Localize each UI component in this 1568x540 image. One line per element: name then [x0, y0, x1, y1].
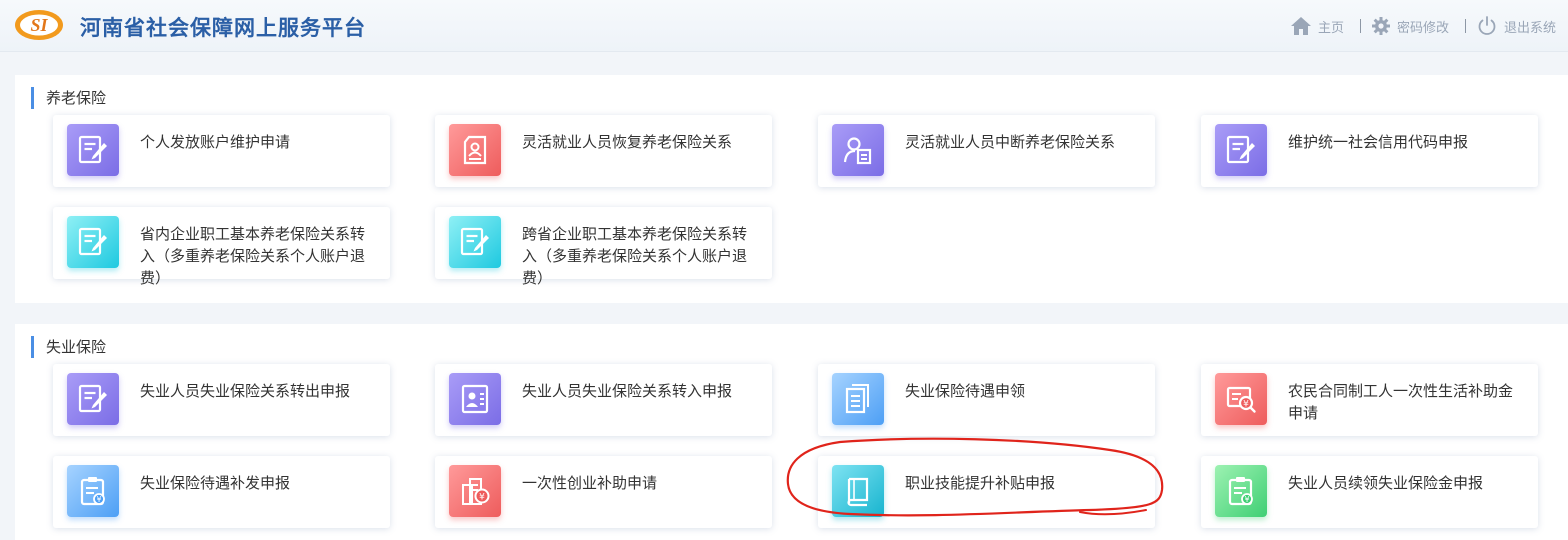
card-label: 维护统一社会信用代码申报: [1288, 133, 1469, 151]
section-title: 养老保险: [31, 87, 106, 109]
svg-text:¥: ¥: [479, 493, 485, 503]
page-title: 河南省社会保障网上服务平台: [80, 16, 366, 40]
service-card[interactable]: ¥ 失业保险待遇补发申报: [53, 456, 390, 528]
service-card[interactable]: ¥ 农民合同制工人一次性生活补助金申请: [1201, 364, 1538, 436]
form-pen-icon: [67, 373, 119, 425]
top-header: SI 河南省社会保障网上服务平台 主页 密码修改 退出系统: [0, 0, 1568, 52]
service-card[interactable]: ¥ 失业人员续领失业保险金申报: [1201, 456, 1538, 528]
clipboard-money-icon: ¥: [67, 465, 119, 517]
service-card[interactable]: 跨省企业职工基本养老保险关系转入（多重养老保险关系个人账户退费）: [435, 207, 772, 287]
svg-text:¥: ¥: [96, 495, 101, 504]
service-card[interactable]: 灵活就业人员中断养老保险关系: [818, 115, 1155, 187]
person-document-icon: [832, 124, 884, 176]
form-pen-icon: [67, 124, 119, 176]
gear-icon: [1371, 17, 1390, 35]
service-card[interactable]: 个人发放账户维护申请: [53, 115, 390, 187]
card-label: 灵活就业人员恢复养老保险关系: [522, 133, 733, 151]
svg-text:¥: ¥: [1244, 495, 1249, 504]
home-link[interactable]: 主页: [1290, 16, 1344, 36]
logout-label: 退出系统: [1503, 20, 1556, 36]
home-label: 主页: [1317, 20, 1344, 36]
service-card[interactable]: 失业人员失业保险关系转入申报: [435, 364, 772, 436]
book-icon: [832, 465, 884, 517]
si-logo: SI: [15, 10, 63, 40]
card-label: 个人发放账户维护申请: [140, 133, 291, 151]
card-label: 省内企业职工基本养老保险关系转入（多重养老保险关系个人账户退费）: [140, 225, 366, 287]
card-label: 灵活就业人员中断养老保险关系: [905, 133, 1116, 151]
service-card[interactable]: 失业人员失业保险关系转出申报: [53, 364, 390, 436]
change-password-label: 密码修改: [1396, 20, 1449, 36]
card-label: 农民合同制工人一次性生活补助金申请: [1288, 382, 1514, 422]
power-icon: [1478, 16, 1496, 35]
logout-link[interactable]: 退出系统: [1476, 15, 1556, 37]
form-pen-icon: [449, 216, 501, 268]
service-card[interactable]: 失业保险待遇申领: [818, 364, 1155, 436]
card-label: 失业人员续领失业保险金申报: [1288, 474, 1484, 492]
home-icon: [1290, 17, 1311, 35]
form-pen-icon: [1215, 124, 1267, 176]
change-password-link[interactable]: 密码修改: [1371, 16, 1449, 36]
card-label: 一次性创业补助申请: [522, 474, 658, 492]
card-label: 失业人员失业保险关系转出申报: [140, 382, 351, 400]
section-unemployment-insurance: 失业保险 失业人员失业保险关系转出申报 失业人员失业保险关系转入申报 失业保险待…: [15, 324, 1568, 540]
service-card[interactable]: ¥ 一次性创业补助申请: [435, 456, 772, 528]
clipboard-money-icon: ¥: [1215, 465, 1267, 517]
card-label: 失业保险待遇申领: [905, 382, 1026, 400]
building-money-icon: ¥: [449, 465, 501, 517]
svg-text:¥: ¥: [1243, 400, 1249, 410]
service-card[interactable]: 灵活就业人员恢复养老保险关系: [435, 115, 772, 187]
form-pen-icon: [67, 216, 119, 268]
card-label: 失业保险待遇补发申报: [140, 474, 291, 492]
top-nav: 主页 密码修改 退出系统: [1290, 12, 1556, 40]
card-label: 职业技能提升补贴申报: [905, 474, 1056, 492]
section-title: 失业保险: [31, 336, 106, 358]
id-document-icon: [449, 124, 501, 176]
section-pension-insurance: 养老保险 个人发放账户维护申请 灵活就业人员恢复养老保险关系 灵活就业人员中断养…: [15, 75, 1568, 303]
card-label: 失业人员失业保险关系转入申报: [522, 382, 733, 400]
service-card[interactable]: 维护统一社会信用代码申报: [1201, 115, 1538, 187]
logo-text: SI: [30, 15, 48, 35]
money-search-icon: ¥: [1215, 373, 1267, 425]
nav-divider: [1359, 19, 1361, 33]
service-card[interactable]: 省内企业职工基本养老保险关系转入（多重养老保险关系个人账户退费）: [53, 207, 390, 287]
card-label: 跨省企业职工基本养老保险关系转入（多重养老保险关系个人账户退费）: [522, 225, 748, 287]
service-card[interactable]: 职业技能提升补贴申报: [818, 456, 1155, 528]
documents-icon: [832, 373, 884, 425]
nav-divider: [1464, 19, 1466, 33]
person-card-icon: [449, 373, 501, 425]
